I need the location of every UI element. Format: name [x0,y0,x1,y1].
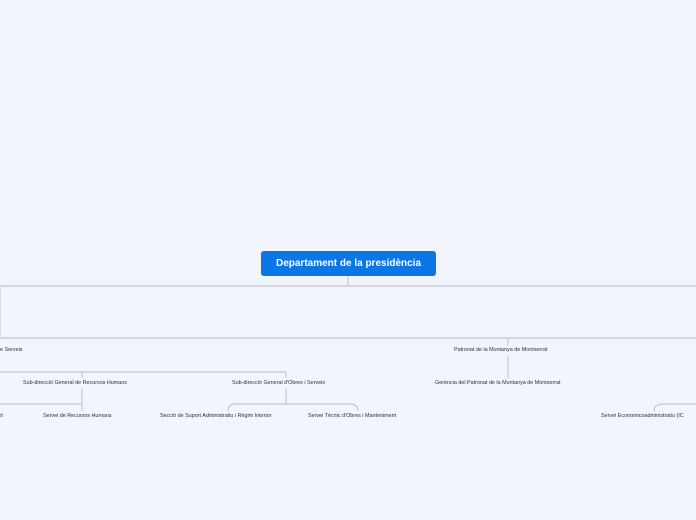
root-topic[interactable]: Departament de la presidència [261,251,436,276]
topic-partial-left[interactable]: ó [0,413,3,420]
topic-servei-econ[interactable]: Servei Economicoadministratiu (IC [601,413,684,420]
topic-patronat[interactable]: Patronat de la Muntanya de Montserrat [454,347,548,354]
connector-obres-children [227,389,359,412]
topic-rrhh[interactable]: Sub-direcció General de Recursos Humans [23,380,127,387]
connector-servei-econ [653,403,696,412]
topic-gerencia[interactable]: Gerència del Patronat de la Muntanya de … [435,380,561,387]
topic-serveis-partial[interactable]: e Serveis [0,347,22,354]
topic-servei-rrhh[interactable]: Servei de Recursos Humans [43,413,112,420]
topic-obres[interactable]: Sub-direcció General d'Obres i Serveis [232,380,325,387]
topic-seccio-suport[interactable]: Secció de Suport Administratiu i Règim I… [160,413,271,420]
topic-servei-tecnic[interactable]: Servei Tècnic d'Obres i Manteniment [308,413,396,420]
connector-level1-drop [0,286,696,339]
